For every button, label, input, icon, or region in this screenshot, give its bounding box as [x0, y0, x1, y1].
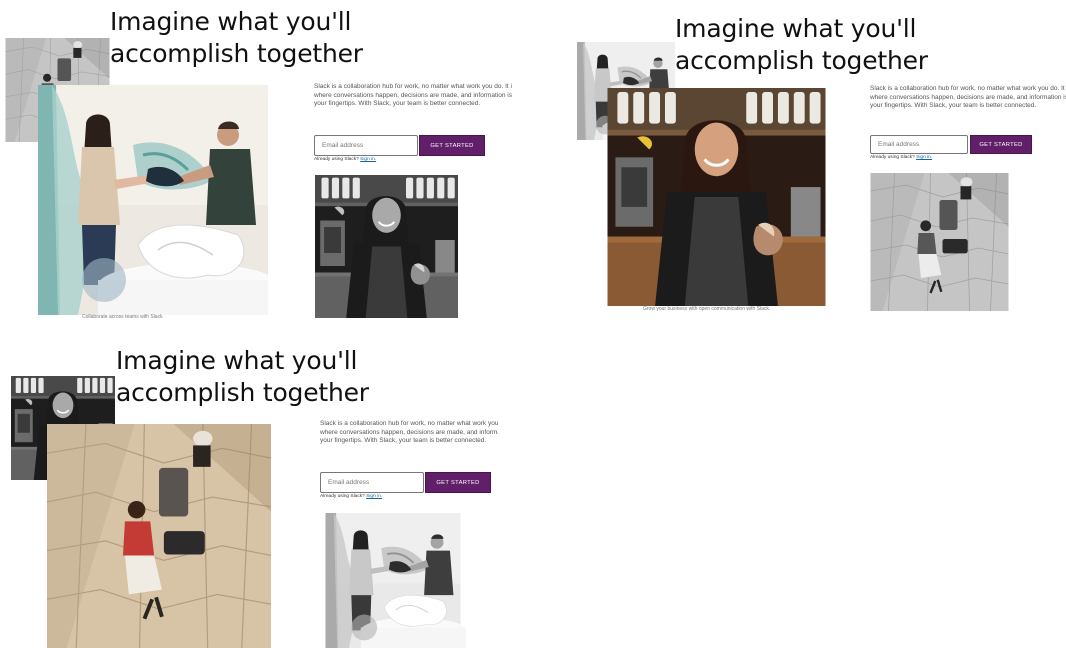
- description-line-3: your fingertips. With Slack, your team i…: [320, 437, 487, 444]
- description-line-1: Slack is a collaboration hub for work, n…: [320, 420, 498, 427]
- description-line-2: where conversations happen, decisions ar…: [314, 91, 512, 99]
- email-input[interactable]: [320, 472, 424, 493]
- photo-caption: Grow your business with open communicati…: [643, 306, 771, 312]
- headline-line-2: accomplish together: [116, 378, 369, 407]
- page-headline: Imagine what you'll accomplish together: [116, 345, 369, 409]
- description-line-3: your fingertips. With Slack, your team i…: [870, 102, 1037, 109]
- hero-photo-barista: [607, 88, 826, 306]
- signin-text: Already using Slack?: [314, 157, 359, 162]
- barista-image: [607, 88, 826, 306]
- description-line-1: Slack is a collaboration hub for work, n…: [870, 85, 1066, 92]
- office-team-image: [320, 513, 466, 648]
- signin-text: Already using Slack?: [320, 494, 365, 499]
- frame-2: Grow your business with open communicati…: [533, 0, 1066, 324]
- description-line-1: Slack is a collaboration hub for work, n…: [314, 83, 512, 90]
- signin-prompt: Already using Slack? Sign in.: [870, 155, 932, 160]
- signin-link[interactable]: Sign in.: [360, 157, 376, 162]
- thumbnail-photo-office-team: [320, 513, 466, 648]
- description-line-2: where conversations happen, decisions ar…: [320, 428, 498, 436]
- signin-prompt: Already using Slack? Sign in.: [314, 157, 376, 162]
- hero-photo-aerial: [44, 424, 274, 648]
- description-line-2: where conversations happen, decisions ar…: [870, 93, 1066, 101]
- signin-link[interactable]: Sign in.: [916, 155, 932, 160]
- office-team-image: [38, 85, 268, 315]
- frame-1: Collaborate across teams with Slack Imag…: [0, 0, 533, 324]
- page-headline: Imagine what you'll accomplish together: [110, 6, 363, 70]
- get-started-button[interactable]: GET STARTED: [970, 135, 1032, 154]
- get-started-button[interactable]: GET STARTED: [425, 472, 491, 493]
- thumbnail-photo-aerial: [870, 173, 1009, 311]
- signin-prompt: Already using Slack? Sign in.: [320, 494, 382, 499]
- page-headline: Imagine what you'll accomplish together: [675, 13, 928, 77]
- frame-3: Imagine what you'll accomplish together …: [0, 324, 533, 648]
- headline-line-2: accomplish together: [675, 46, 928, 75]
- photo-caption: Collaborate across teams with Slack: [82, 314, 163, 320]
- headline-line-1: Imagine what you'll: [675, 14, 917, 43]
- aerial-image: [44, 424, 274, 648]
- aerial-image: [870, 173, 1009, 311]
- product-description: Slack is a collaboration hub for work, n…: [320, 420, 498, 446]
- signin-link[interactable]: Sign in.: [366, 494, 382, 499]
- headline-line-1: Imagine what you'll: [116, 346, 358, 375]
- headline-line-1: Imagine what you'll: [110, 7, 352, 36]
- email-input[interactable]: [870, 135, 968, 154]
- email-input[interactable]: [314, 135, 418, 156]
- barista-image: [314, 175, 459, 318]
- thumbnail-photo-barista: [314, 175, 459, 318]
- product-description: Slack is a collaboration hub for work, n…: [870, 85, 1066, 111]
- headline-line-2: accomplish together: [110, 39, 363, 68]
- description-line-3: your fingertips. With Slack, your team i…: [314, 100, 481, 107]
- get-started-button[interactable]: GET STARTED: [419, 135, 485, 156]
- signin-text: Already using Slack?: [870, 155, 915, 160]
- hero-photo-office-team: [38, 85, 268, 315]
- product-description: Slack is a collaboration hub for work, n…: [314, 83, 512, 109]
